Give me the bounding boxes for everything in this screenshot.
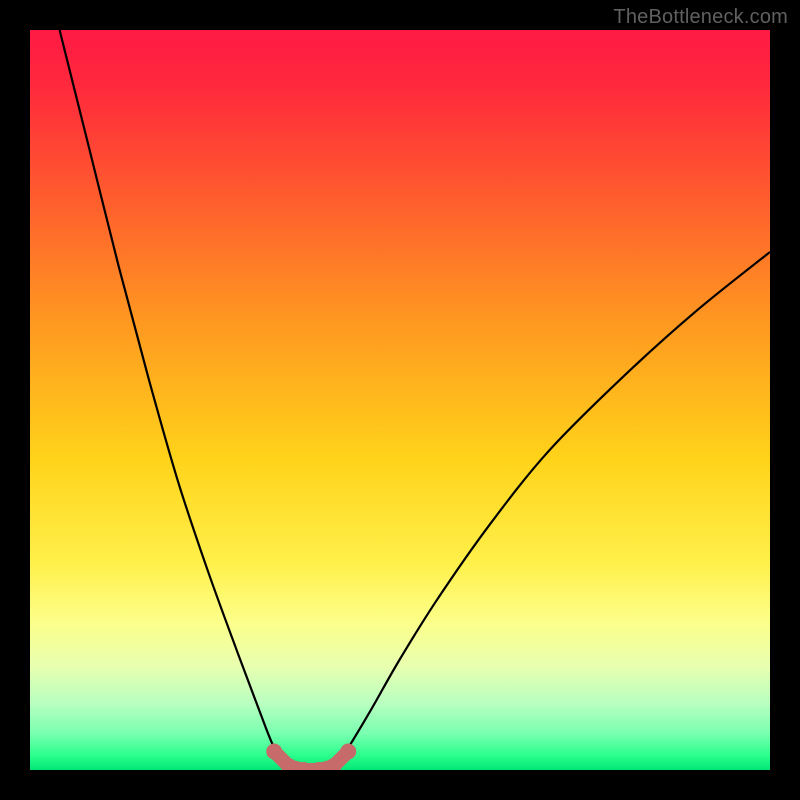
chart-svg — [30, 30, 770, 770]
left-curve-path — [60, 30, 289, 770]
plot-area — [30, 30, 770, 770]
valley-marker-dot — [340, 744, 356, 760]
valley-markers-group — [266, 744, 356, 771]
valley-marker-dot — [266, 744, 282, 760]
right-curve-path — [333, 252, 770, 770]
chart-frame: TheBottleneck.com — [0, 0, 800, 800]
watermark-text: TheBottleneck.com — [613, 6, 788, 29]
